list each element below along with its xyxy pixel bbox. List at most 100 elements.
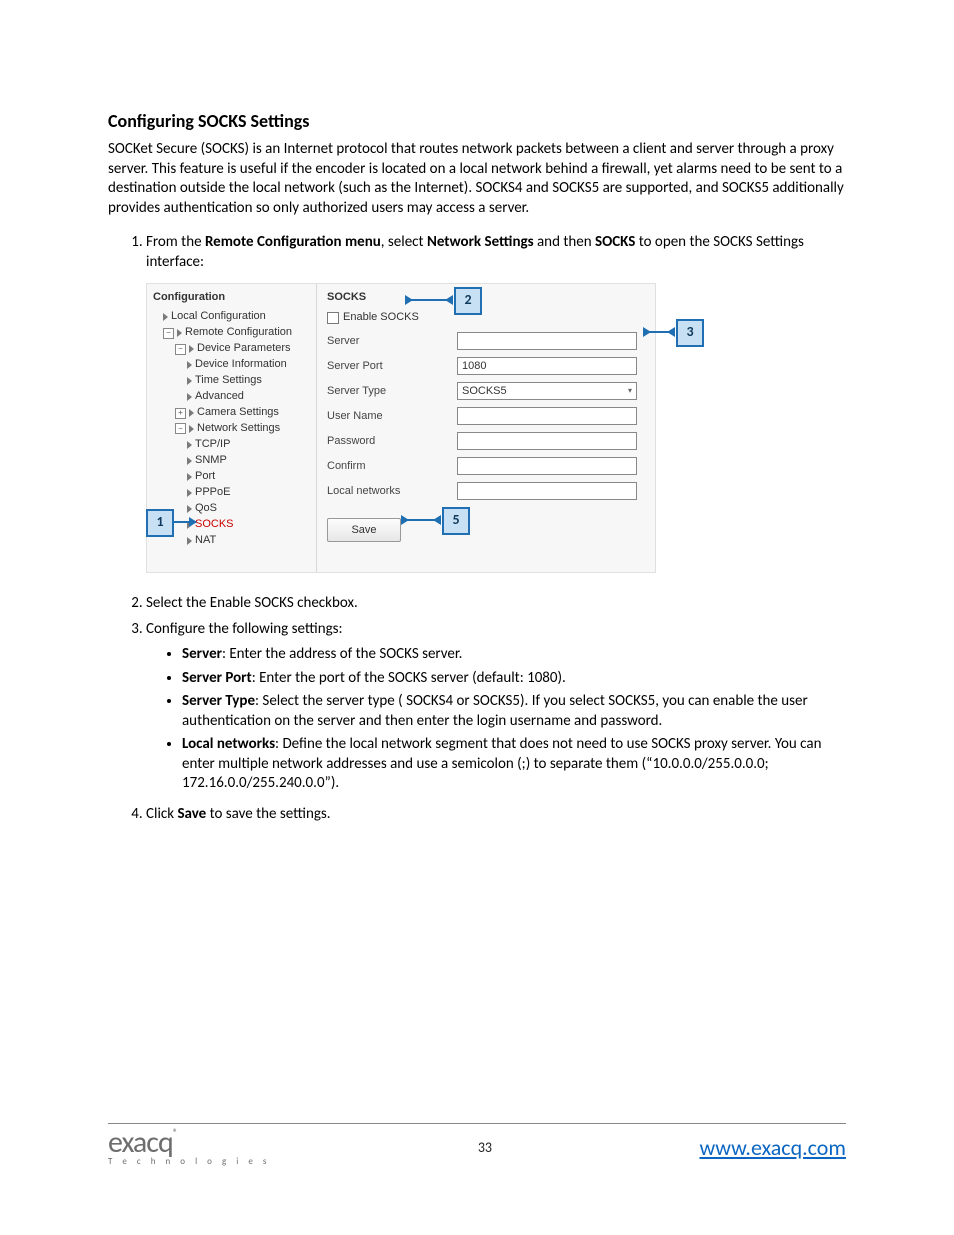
callout-3: 3 [676,319,704,347]
tree-nat[interactable]: NAT [153,533,312,549]
bullet-port: Server Port: Enter the port of the SOCKS… [182,669,846,689]
tree-tcpip[interactable]: TCP/IP [153,437,312,453]
server-label: Server [327,334,457,349]
step1-mid1: , select [381,233,427,251]
bullet-type: Server Type: Select the server type ( SO… [182,692,846,731]
step1-pre: From the [146,233,205,251]
footer-row: exacq® T e c h n o l o g i e s 33 www.ex… [108,1128,846,1167]
arrow-icon [187,505,192,513]
tree-device-information[interactable]: Device Information [153,357,312,373]
callout-5-arrow [402,519,440,521]
bullet-server-t: : Enter the address of the SOCKS server. [222,645,462,663]
collapse-icon[interactable]: − [163,328,174,339]
localnets-input[interactable] [457,482,637,500]
server-type-value: SOCKS5 [462,384,507,399]
arrow-icon [177,329,182,337]
tree-qos[interactable]: QoS [153,501,312,517]
bullet-type-t: : Select the server type ( SOCKS4 or SOC… [182,692,808,730]
bullets-list: Server: Enter the address of the SOCKS s… [182,645,846,794]
callout-3-arrow [644,331,674,333]
arrow-icon [189,425,194,433]
tree-remote-configuration[interactable]: −Remote Configuration [153,325,312,341]
row-server: Server [327,332,645,350]
tree-time-settings[interactable]: Time Settings [153,373,312,389]
arrow-icon [187,393,192,401]
step1-mid2: and then [534,233,595,251]
step-4: Click Save to save the settings. [146,804,846,824]
bullet-port-b: Server Port [182,669,252,687]
collapse-icon[interactable]: − [175,344,186,355]
arrow-icon [163,313,168,321]
bullet-type-b: Server Type [182,692,255,710]
intro-paragraph: SOCKet Secure (SOCKS) is an Internet pro… [108,140,846,218]
callout-5: 5 [442,507,470,535]
server-port-label: Server Port [327,359,457,374]
page: Configuring SOCKS Settings SOCKet Secure… [0,0,954,1235]
chevron-down-icon: ▾ [628,386,632,397]
tree-advanced[interactable]: Advanced [153,389,312,405]
server-port-input[interactable]: 1080 [457,357,637,375]
collapse-icon[interactable]: − [175,423,186,434]
config-window: Configuration Local Configuration −Remot… [146,283,656,573]
tree-snmp[interactable]: SNMP [153,453,312,469]
row-confirm: Confirm [327,457,645,475]
tree-network-settings[interactable]: −Network Settings [153,421,312,437]
bullet-server-b: Server [182,645,222,663]
enable-socks-label: Enable SOCKS [343,310,419,325]
arrow-icon [187,361,192,369]
page-footer: exacq® T e c h n o l o g i e s 33 www.ex… [0,1123,954,1167]
step4-bold: Save [177,805,206,823]
row-server-type: Server Type SOCKS5 ▾ [327,382,645,400]
step1-bold1: Remote Configuration menu [205,233,381,251]
row-server-port: Server Port 1080 [327,357,645,375]
page-number: 33 [478,1139,492,1156]
server-type-label: Server Type [327,384,457,399]
save-button[interactable]: Save [327,518,401,542]
arrow-icon [187,489,192,497]
footer-url-link[interactable]: www.exacq.com [699,1134,846,1161]
step4-post: to save the settings. [206,805,330,823]
step-2: Select the Enable SOCKS checkbox. [146,593,846,613]
logo-sub-text: T e c h n o l o g i e s [108,1156,270,1167]
callout-1: 1 [146,509,174,537]
tree-camera-settings[interactable]: +Camera Settings [153,405,312,421]
step4-pre: Click [146,805,177,823]
footer-divider [108,1123,846,1124]
bullet-local: Local networks: Define the local network… [182,735,846,794]
socks-form: SOCKS Enable SOCKS Server Server Port 10… [317,284,655,572]
server-input[interactable] [457,332,637,350]
bullet-local-b: Local networks [182,735,275,753]
username-label: User Name [327,409,457,424]
confirm-input[interactable] [457,457,637,475]
arrow-icon [187,473,192,481]
tree-pppoe[interactable]: PPPoE [153,485,312,501]
confirm-label: Confirm [327,459,457,474]
bullet-server: Server: Enter the address of the SOCKS s… [182,645,846,665]
section-title: Configuring SOCKS Settings [108,110,846,132]
arrow-icon [187,441,192,449]
arrow-icon [187,457,192,465]
step1-bold3: SOCKS [595,233,635,251]
localnets-label: Local networks [327,484,457,499]
password-input[interactable] [457,432,637,450]
bullet-port-t: : Enter the port of the SOCKS server (de… [252,669,566,687]
expand-icon[interactable]: + [175,408,186,419]
bullet-local-t: : Define the local network segment that … [182,735,821,792]
tree: Local Configuration −Remote Configuratio… [153,309,312,548]
tree-local-configuration[interactable]: Local Configuration [153,309,312,325]
tree-port[interactable]: Port [153,469,312,485]
row-username: User Name [327,407,645,425]
tree-socks[interactable]: SOCKS [153,517,312,533]
form-title: SOCKS [327,290,645,305]
step-3: Configure the following settings: Server… [146,619,846,794]
row-enable: Enable SOCKS [327,310,645,325]
server-port-value: 1080 [462,359,486,374]
step3-text: Configure the following settings: [146,620,343,638]
server-type-select[interactable]: SOCKS5 ▾ [457,382,637,400]
screenshot: Configuration Local Configuration −Remot… [146,283,706,579]
username-input[interactable] [457,407,637,425]
nav-title: Configuration [153,290,312,306]
enable-socks-checkbox[interactable] [327,312,339,324]
tree-device-parameters[interactable]: −Device Parameters [153,341,312,357]
callout-2: 2 [454,287,482,315]
